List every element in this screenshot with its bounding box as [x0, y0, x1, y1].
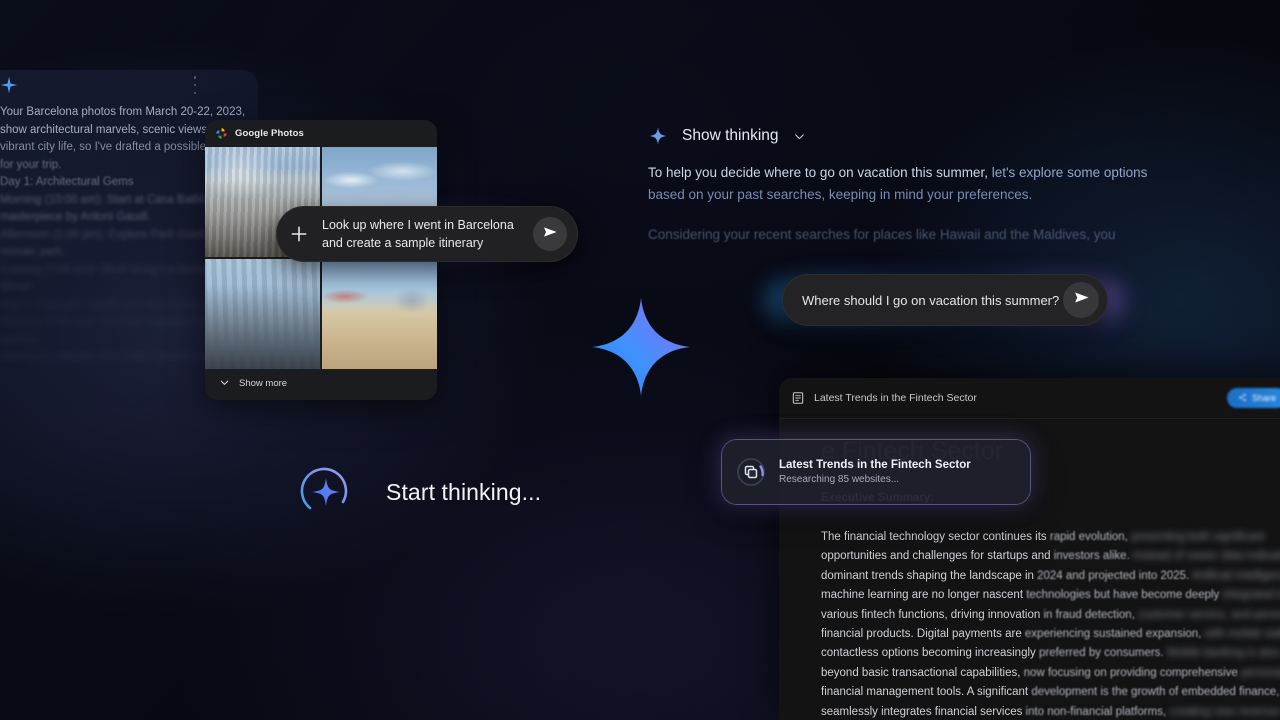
- document-line: contactless options becoming increasingl…: [821, 644, 1280, 663]
- doc-text-blur: with mobile wallets: [1204, 628, 1280, 641]
- research-toast[interactable]: Latest Trends in the Fintech Sector Rese…: [722, 440, 1030, 504]
- barcelona-prompt-widget: Look up where I went in Barcelona and cr…: [264, 200, 590, 272]
- doc-text-clear: The financial technology sector continue…: [821, 531, 1050, 543]
- show-more-button[interactable]: Show more: [205, 369, 437, 398]
- doc-text-clear: financial products. Digital payments are: [821, 628, 1025, 641]
- vacation-query-widget: Where should I go on vacation this summe…: [764, 262, 1126, 338]
- doc-text-clear: dominant trends shaping the landscape in: [821, 569, 1038, 582]
- document-line: opportunities and challenges for startup…: [821, 547, 1280, 566]
- doc-text-blur: presenting both significant: [1131, 531, 1265, 543]
- more-vertical-icon[interactable]: [188, 76, 202, 94]
- google-photos-title: Google Photos: [235, 128, 304, 139]
- research-copy-icon: [736, 457, 766, 487]
- doc-text-blur: integrated into: [1222, 589, 1280, 602]
- doc-text-mid: experiencing sustained expansion,: [1024, 628, 1205, 641]
- app-canvas: Your Barcelona photos from March 20-22, …: [0, 0, 1280, 720]
- sparkle-star-icon: [590, 296, 692, 398]
- itinerary-panel-header: [0, 70, 258, 100]
- research-toast-title: Latest Trends in the Fintech Sector: [779, 459, 971, 471]
- send-icon: [1073, 289, 1090, 311]
- barcelona-prompt-text[interactable]: Look up where I went in Barcelona and cr…: [322, 216, 533, 252]
- share-button[interactable]: Share: [1226, 388, 1280, 408]
- doc-text-clear: opportunities and challenges for startup…: [821, 550, 1054, 563]
- photo-thumbnail-sagrada-familia[interactable]: [205, 259, 320, 369]
- document-line: The financial technology sector continue…: [821, 528, 1280, 547]
- google-photos-card-header: Google Photos: [205, 120, 437, 147]
- thinking-text-c: based on your past searches, keeping in …: [648, 187, 1033, 202]
- send-icon: [542, 224, 558, 245]
- doc-text-mid: now focusing on providing comprehensive: [1023, 666, 1242, 679]
- doc-text-mid: investors alike.: [1053, 550, 1133, 563]
- doc-text-blur: personal: [1241, 666, 1280, 679]
- doc-text-mid: preferred by consumers.: [1038, 647, 1167, 660]
- doc-text-clear: various fintech functions, driving innov…: [821, 608, 1044, 621]
- thinking-paragraph-1: To help you decide where to go on vacati…: [648, 162, 1220, 206]
- sparkle-icon: [0, 76, 18, 94]
- send-button[interactable]: [1063, 282, 1099, 318]
- research-toast-subtitle: Researching 85 websites...: [779, 474, 900, 485]
- doc-text-clear: machine learning are no longer nascent: [821, 589, 1027, 602]
- document-line: seamlessly integrates financial services…: [821, 703, 1280, 720]
- chevron-down-icon: [219, 375, 230, 393]
- document-line: financial products. Digital payments are…: [821, 625, 1280, 644]
- doc-text-mid: rapid evolution,: [1049, 531, 1132, 543]
- document-icon: [791, 391, 805, 405]
- doc-text-blur: creating new revenue streams: [1169, 705, 1280, 718]
- show-thinking-label: Show thinking: [682, 127, 779, 144]
- research-toast-text: Latest Trends in the Fintech Sector Rese…: [779, 459, 971, 485]
- plus-icon[interactable]: [276, 224, 322, 244]
- doc-text-blur: Artificial intelligence: [1191, 569, 1280, 582]
- doc-text-mid: into non-financial platforms,: [1025, 705, 1170, 718]
- show-thinking-section: Show thinking To help you decide where t…: [648, 126, 1220, 264]
- document-line: machine learning are no longer nascent t…: [821, 586, 1280, 605]
- document-header: Latest Trends in the Fintech Sector Shar…: [779, 378, 1280, 419]
- thinking-text-b: let's explore some options: [991, 165, 1148, 180]
- vacation-query-text[interactable]: Where should I go on vacation this summe…: [782, 293, 1063, 308]
- thinking-paragraph-2: Considering your recent searches for pla…: [648, 227, 1116, 242]
- fintech-document-panel: Latest Trends in the Fintech Sector Shar…: [779, 378, 1280, 720]
- itinerary-line: Your Barcelona photos from March 20-22, …: [0, 106, 246, 118]
- doc-text-blur: Mobile banking is also evolving: [1166, 647, 1280, 660]
- chevron-down-icon[interactable]: [793, 130, 806, 143]
- show-thinking-toggle[interactable]: Show thinking: [648, 126, 1220, 146]
- share-label: Share: [1251, 393, 1276, 403]
- loading-spinner-sparkle-icon: [300, 466, 352, 518]
- doc-text-clear: seamlessly integrates financial services: [821, 705, 1026, 718]
- prompt-line-1: Look up where I went in Barcelona: [322, 218, 514, 232]
- doc-text-mid: in fraud detection,: [1043, 608, 1139, 621]
- doc-text-mid: 2024 and projected into 2025.: [1037, 569, 1192, 582]
- send-button[interactable]: [533, 217, 567, 251]
- doc-text-clear: beyond basic transactional capabilities,: [821, 666, 1024, 679]
- doc-text-blur: customer service, and personal: [1138, 608, 1280, 621]
- sparkle-icon: [648, 126, 668, 146]
- barcelona-prompt-bar[interactable]: Look up where I went in Barcelona and cr…: [276, 206, 578, 262]
- doc-text-mid: technologies but have become deeply: [1026, 589, 1223, 602]
- start-thinking-label: Start thinking...: [386, 478, 542, 505]
- doc-text-blur: Instead of newer data indicates: [1132, 550, 1280, 563]
- start-thinking-status: Start thinking...: [300, 466, 541, 518]
- document-line: various fintech functions, driving innov…: [821, 606, 1280, 625]
- doc-text-mid: development is the growth of embedded fi…: [1031, 686, 1280, 699]
- document-line: dominant trends shaping the landscape in…: [821, 567, 1280, 586]
- prompt-line-2: and create a sample itinerary: [322, 236, 484, 250]
- document-line: beyond basic transactional capabilities,…: [821, 664, 1280, 683]
- thinking-text-a: To help you decide where to go on vacati…: [648, 165, 992, 180]
- google-photos-logo-icon: [215, 127, 228, 140]
- show-more-label: Show more: [239, 378, 288, 389]
- document-paragraph: The financial technology sector continue…: [821, 528, 1280, 720]
- document-header-title: Latest Trends in the Fintech Sector: [814, 392, 977, 404]
- vacation-query-bar[interactable]: Where should I go on vacation this summe…: [782, 274, 1108, 326]
- share-icon: [1238, 393, 1247, 404]
- photo-thumbnail-barceloneta-beach[interactable]: [322, 259, 437, 369]
- doc-text-clear: contactless options becoming increasingl…: [821, 647, 1039, 660]
- doc-text-clear: financial management tools. A significan…: [821, 686, 1032, 699]
- document-line: financial management tools. A significan…: [821, 683, 1280, 702]
